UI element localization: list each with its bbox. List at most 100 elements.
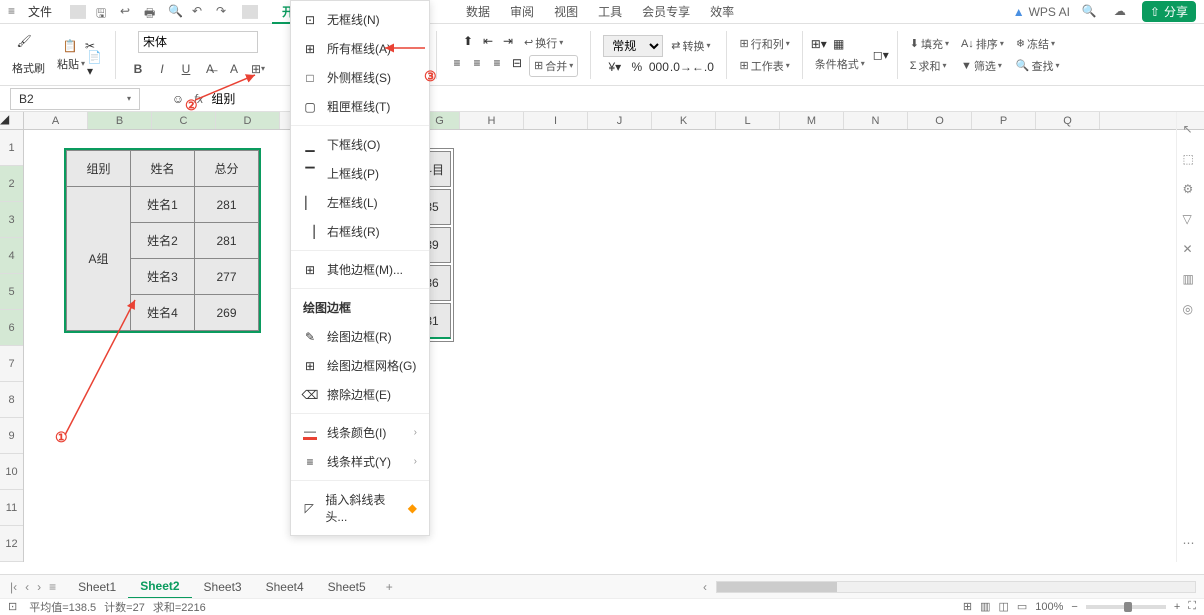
col-K[interactable]: K	[652, 112, 716, 129]
zoom-label[interactable]: 100%	[1035, 601, 1063, 613]
tab-data[interactable]: 数据	[456, 0, 500, 24]
row-4[interactable]: 4	[0, 238, 23, 274]
print-icon[interactable]: 🖶	[144, 4, 160, 20]
col-O[interactable]: O	[908, 112, 972, 129]
col-C[interactable]: C	[152, 112, 216, 129]
decimal-increase-icon[interactable]: .0→	[673, 59, 689, 75]
robot-icon[interactable]: ◎	[1183, 302, 1199, 318]
status-mode-icon[interactable]: ⊡	[8, 600, 17, 613]
sheet-tab-2[interactable]: Sheet2	[128, 575, 191, 599]
zoom-out-button[interactable]: −	[1071, 601, 1077, 613]
sheet-next-icon[interactable]: ›	[35, 580, 43, 594]
sheet-tab-5[interactable]: Sheet5	[316, 576, 378, 598]
currency-icon[interactable]: ¥▾	[607, 59, 623, 75]
row-9[interactable]: 9	[0, 418, 23, 454]
tab-view[interactable]: 视图	[544, 0, 588, 24]
zoom-in-button[interactable]: +	[1174, 601, 1180, 613]
filter-icon[interactable]: ▽	[1183, 212, 1199, 228]
row-10[interactable]: 10	[0, 454, 23, 490]
row-2[interactable]: 2	[0, 166, 23, 202]
tools-icon[interactable]: ✕	[1183, 242, 1199, 258]
find-button[interactable]: 🔍查找▾	[1012, 56, 1064, 76]
settings-icon[interactable]: ⚙	[1183, 182, 1199, 198]
col-Q[interactable]: Q	[1036, 112, 1100, 129]
name-box[interactable]: B2 ▾	[10, 88, 140, 110]
horizontal-scrollbar[interactable]: ‹ ›	[716, 581, 1196, 593]
file-menu[interactable]: 文件	[28, 3, 52, 20]
menu-draw-border[interactable]: ✎绘图边框(R)	[291, 322, 429, 351]
more-icon[interactable]: ⋯	[1183, 536, 1199, 552]
wps-ai-button[interactable]: ▲WPS AI	[1013, 5, 1070, 19]
col-N[interactable]: N	[844, 112, 908, 129]
indent-increase-icon[interactable]: ⇥	[500, 33, 516, 49]
convert-button[interactable]: ⇄转换▾	[667, 36, 714, 56]
zoom-slider[interactable]	[1086, 605, 1166, 609]
panel-icon[interactable]: ▥	[1183, 272, 1199, 288]
menu-left-border[interactable]: ▏左框线(L)	[291, 188, 429, 217]
menu-no-border[interactable]: ⊡无框线(N)	[291, 5, 429, 34]
sheet-prev-icon[interactable]: ‹	[23, 580, 31, 594]
col-P[interactable]: P	[972, 112, 1036, 129]
menu-erase-border[interactable]: ⌫擦除边框(E)	[291, 380, 429, 409]
col-M[interactable]: M	[780, 112, 844, 129]
freeze-button[interactable]: ❄冻结▾	[1012, 34, 1064, 54]
menu-line-style[interactable]: ≡线条样式(Y)›	[291, 447, 429, 476]
share-button[interactable]: ⇧ 分享	[1142, 1, 1196, 22]
cond-format-button[interactable]: 条件格式▾	[811, 54, 869, 74]
smiley-icon[interactable]: ☺	[170, 91, 186, 107]
indent-decrease-icon[interactable]: ⇤	[480, 33, 496, 49]
add-sheet-button[interactable]: +	[378, 580, 401, 594]
save-icon[interactable]: 🖫	[96, 4, 112, 20]
merge-button[interactable]: ⊞合并▾	[529, 55, 578, 77]
col-B[interactable]: B	[88, 112, 152, 129]
worksheet-button[interactable]: ⊞工作表▾	[735, 56, 793, 76]
filter-button[interactable]: ▼筛选▾	[957, 56, 1008, 76]
wrap-button[interactable]: ↩换行▾	[520, 33, 567, 53]
strike-button[interactable]: A̶	[200, 59, 220, 79]
align-center-icon[interactable]: ≡	[469, 55, 485, 71]
search-icon[interactable]: 🔍	[1082, 4, 1098, 20]
row-1[interactable]: 1	[0, 130, 23, 166]
styles-icon[interactable]: ▦	[831, 36, 847, 52]
undo-icon[interactable]: ↶	[192, 4, 208, 20]
col-L[interactable]: L	[716, 112, 780, 129]
justify-icon[interactable]: ⊟	[509, 55, 525, 71]
redo-icon[interactable]: ↷	[216, 4, 232, 20]
decimal-decrease-icon[interactable]: ←.0	[695, 59, 711, 75]
row-6[interactable]: 6	[0, 310, 23, 346]
align-right-icon[interactable]: ≡	[489, 55, 505, 71]
hamburger-icon[interactable]: ≡	[8, 4, 24, 20]
bold-button[interactable]: B	[128, 59, 148, 79]
italic-button[interactable]: I	[152, 59, 172, 79]
row-12[interactable]: 12	[0, 526, 23, 562]
sum-button[interactable]: Σ求和▾	[906, 56, 953, 76]
menu-draw-grid[interactable]: ⊞绘图边框网格(G)	[291, 351, 429, 380]
revert-icon[interactable]: ↩	[120, 4, 136, 20]
menu-bottom-border[interactable]: ▁下框线(O)	[291, 130, 429, 159]
cloud-icon[interactable]: ☁	[1114, 4, 1130, 20]
tab-tools[interactable]: 工具	[588, 0, 632, 24]
select-all-corner[interactable]: ◢	[0, 112, 24, 130]
view-layout-icon[interactable]: ◫	[998, 600, 1008, 613]
menu-other-border[interactable]: ⊞其他边框(M)...	[291, 255, 429, 284]
row-11[interactable]: 11	[0, 490, 23, 526]
tab-efficiency[interactable]: 效率	[700, 0, 744, 24]
comma-icon[interactable]: 000	[651, 59, 667, 75]
percent-icon[interactable]: %	[629, 59, 645, 75]
row-8[interactable]: 8	[0, 382, 23, 418]
table-icon[interactable]: ⊞▾	[811, 36, 827, 52]
view-page-icon[interactable]: ▥	[980, 600, 990, 613]
font-family-select[interactable]	[138, 31, 258, 53]
row-7[interactable]: 7	[0, 346, 23, 382]
col-D[interactable]: D	[216, 112, 280, 129]
preview-icon[interactable]: 🔍	[168, 4, 184, 20]
align-top-icon[interactable]: ⬆	[460, 33, 476, 49]
cursor-icon[interactable]: ↖	[1183, 122, 1199, 138]
number-format-select[interactable]: 常规	[603, 35, 663, 57]
menu-outside-border[interactable]: □外侧框线(S)	[291, 63, 429, 92]
menu-thick-box[interactable]: ▢粗匣框线(T)	[291, 92, 429, 121]
align-left-icon[interactable]: ≡	[449, 55, 465, 71]
sheet-tab-3[interactable]: Sheet3	[192, 576, 254, 598]
sheet-tab-4[interactable]: Sheet4	[254, 576, 316, 598]
select-icon[interactable]: ⬚	[1183, 152, 1199, 168]
